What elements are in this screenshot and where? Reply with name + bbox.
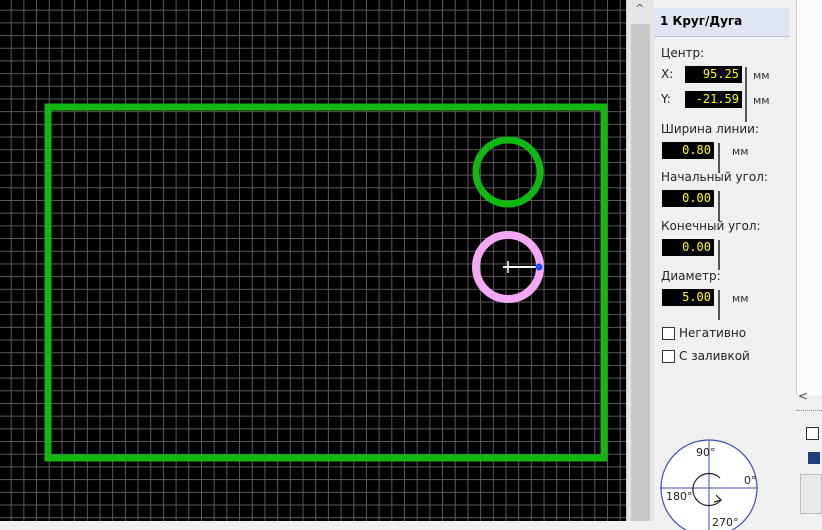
angle-dial: 90° 0° 180° 270° xyxy=(660,439,758,530)
dial-0-label: 0° xyxy=(744,474,757,487)
panel-title: 1 Круг/Дуга xyxy=(660,14,743,28)
pane-divider xyxy=(796,410,822,417)
center-x-label: X: xyxy=(661,67,674,81)
start-angle-label: Начальный угол: xyxy=(661,170,768,184)
scroll-up-icon[interactable]: ^ xyxy=(635,2,644,15)
diameter-label: Диаметр: xyxy=(661,269,721,283)
save-icon[interactable] xyxy=(808,452,820,464)
right-toolbar: < xyxy=(790,0,822,521)
end-angle-label: Конечный угол: xyxy=(661,219,761,233)
center-label: Центр: xyxy=(661,46,705,60)
start-angle-input[interactable]: 0.00 xyxy=(662,190,714,207)
end-angle-input[interactable]: 0.00 xyxy=(662,239,714,256)
start-angle-spinner[interactable] xyxy=(718,191,723,221)
dial-270-label: 270° xyxy=(712,516,739,529)
right-pane xyxy=(796,0,822,395)
center-y-spinner[interactable] xyxy=(745,92,750,122)
fill-label: С заливкой xyxy=(679,349,750,363)
pcb-canvas[interactable] xyxy=(0,0,626,521)
diameter-spinner[interactable] xyxy=(718,290,723,320)
diameter-input[interactable]: 5.00 xyxy=(662,289,714,306)
properties-panel: 1 Круг/Дуга Центр: X: 95.25 мм Y: -21.59… xyxy=(654,0,791,530)
center-x-unit: мм xyxy=(753,69,770,82)
center-y-label: Y: xyxy=(661,92,671,106)
scrollbar-thumb[interactable] xyxy=(631,24,650,521)
right-checkbox[interactable] xyxy=(806,427,819,440)
scroll-left-icon[interactable]: < xyxy=(798,389,808,403)
center-y-unit: мм xyxy=(753,94,770,107)
right-tab[interactable] xyxy=(800,474,822,514)
negative-checkbox[interactable] xyxy=(662,327,675,340)
negative-label: Негативно xyxy=(679,326,747,340)
center-y-input[interactable]: -21.59 xyxy=(685,91,742,108)
radius-handle[interactable] xyxy=(535,263,543,271)
line-width-label: Ширина линии: xyxy=(661,122,760,136)
panel-header: 1 Круг/Дуга xyxy=(654,8,790,37)
line-width-input[interactable]: 0.80 xyxy=(662,142,714,159)
vertical-scrollbar[interactable]: ^ xyxy=(626,0,655,521)
canvas-drawing xyxy=(44,103,608,462)
center-x-input[interactable]: 95.25 xyxy=(685,66,742,83)
center-x-spinner[interactable] xyxy=(745,67,750,97)
line-width-spinner[interactable] xyxy=(718,143,723,173)
line-width-unit: мм xyxy=(732,145,749,158)
fill-checkbox[interactable] xyxy=(662,350,675,363)
dial-180-label: 180° xyxy=(666,490,693,503)
circle-element[interactable] xyxy=(472,136,544,208)
end-angle-spinner[interactable] xyxy=(718,240,723,270)
board-outline[interactable] xyxy=(44,103,608,462)
dial-90-label: 90° xyxy=(696,446,716,459)
diameter-unit: мм xyxy=(732,292,749,305)
